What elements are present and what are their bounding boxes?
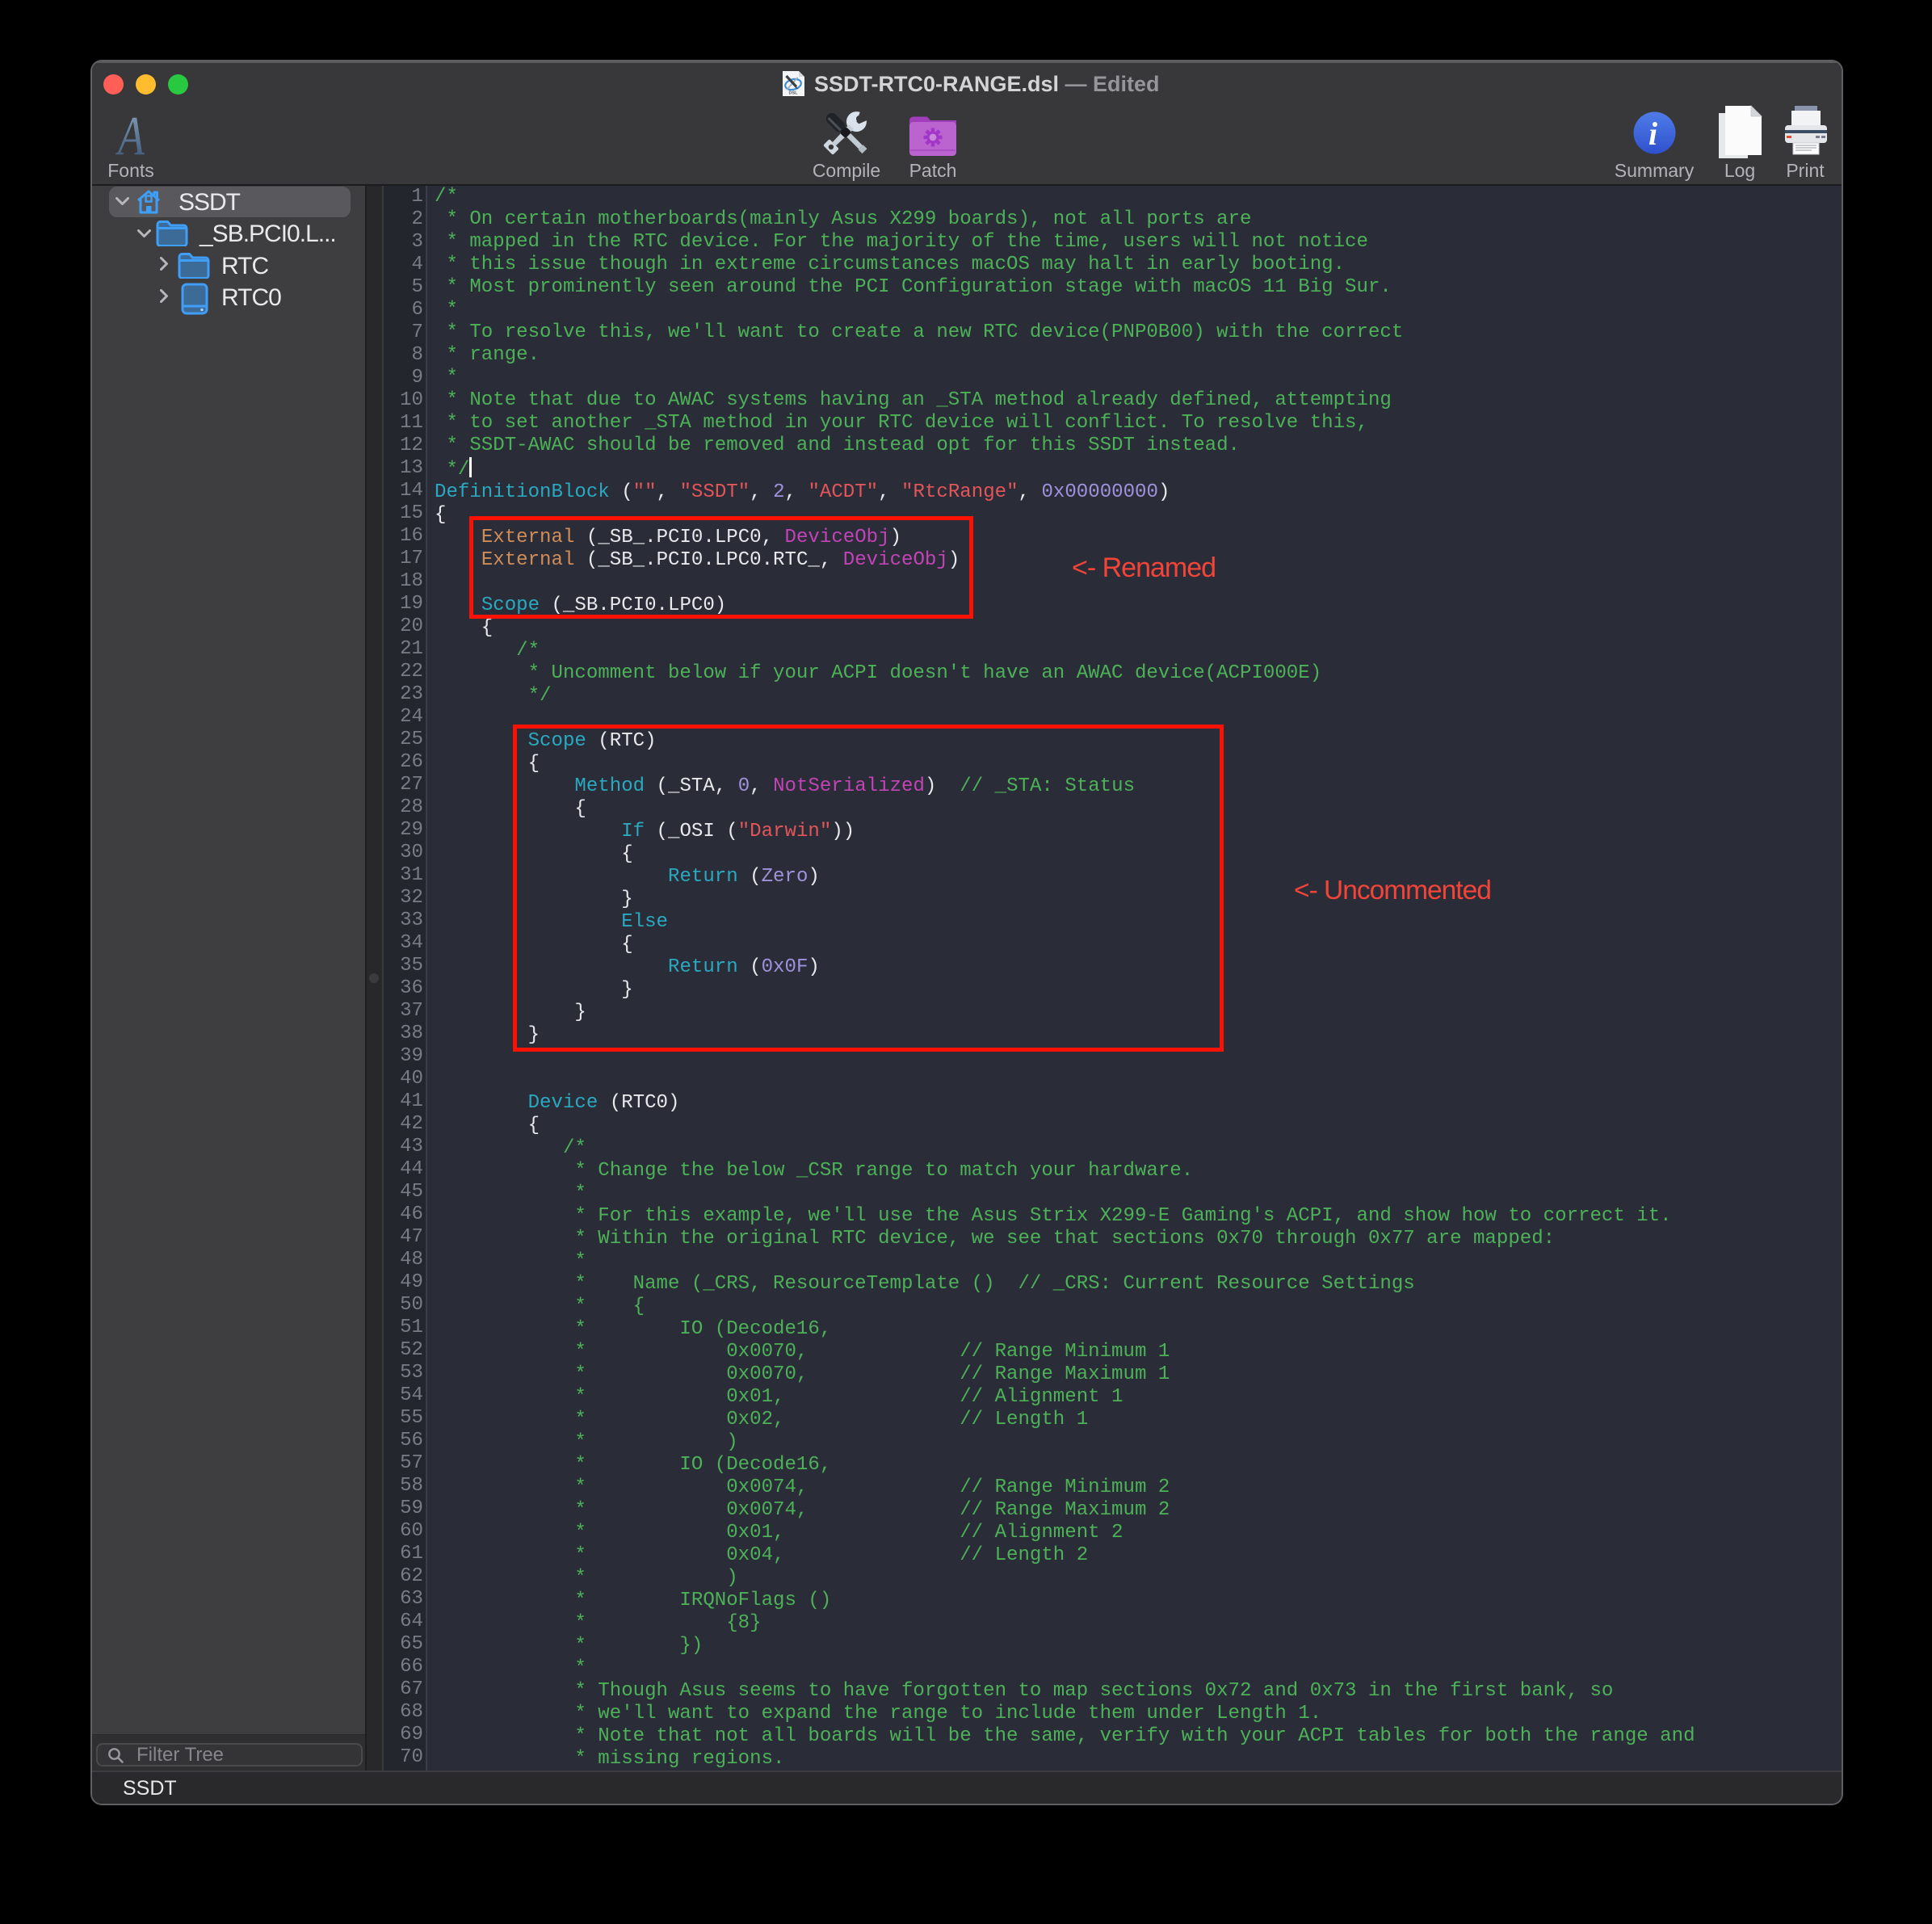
svg-text:DSL: DSL [789,91,799,96]
svg-text:A: A [116,111,145,160]
svg-text:i: i [1648,116,1657,152]
